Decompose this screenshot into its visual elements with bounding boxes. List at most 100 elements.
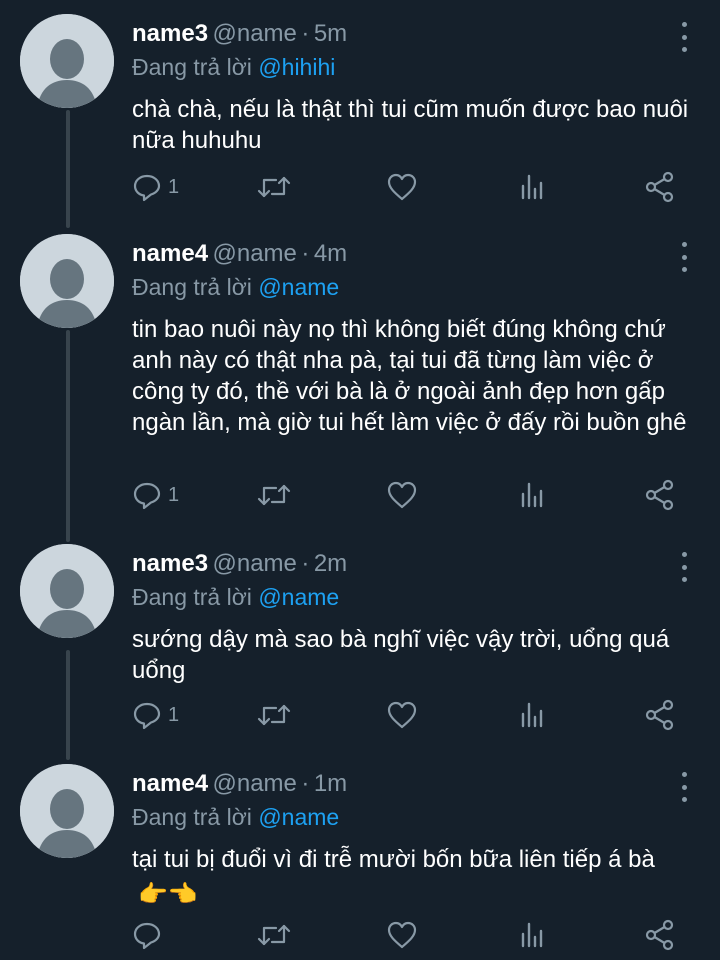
- reply-button[interactable]: 1: [132, 698, 179, 732]
- replying-label: Đang trả lời: [132, 274, 252, 300]
- like-icon: [387, 701, 417, 729]
- tweet-header: name4 @name · 1m: [132, 770, 347, 800]
- like-icon: [387, 173, 417, 201]
- analytics-button[interactable]: [518, 170, 548, 204]
- avatar[interactable]: [20, 764, 114, 858]
- user-handle[interactable]: @name: [213, 550, 297, 577]
- more-icon[interactable]: [674, 772, 694, 802]
- tweet-actions: 1: [132, 698, 692, 732]
- tweet[interactable]: name4 @name · 4m Đang trả lời @name tin …: [0, 234, 720, 524]
- retweet-button[interactable]: [256, 698, 292, 732]
- tweet[interactable]: name3 @name · 2m Đang trả lời @name sướn…: [0, 544, 720, 744]
- replying-to: Đang trả lời @name: [132, 584, 339, 611]
- like-icon: [387, 921, 417, 949]
- retweet-icon: [257, 704, 291, 726]
- mention-link[interactable]: @hihihi: [258, 54, 335, 80]
- share-button[interactable]: [644, 918, 676, 952]
- retweet-icon: [257, 484, 291, 506]
- reply-button[interactable]: 1: [132, 478, 179, 512]
- user-handle[interactable]: @name: [213, 240, 297, 267]
- meta-separator: ·: [301, 770, 310, 797]
- analytics-button[interactable]: [518, 698, 548, 732]
- analytics-icon: [521, 174, 543, 200]
- tweet-text: sướng dậy mà sao bà nghĩ việc vậy trời, …: [132, 626, 670, 684]
- meta-separator: ·: [301, 240, 310, 267]
- avatar-placeholder: [20, 544, 114, 638]
- share-icon: [645, 919, 674, 951]
- like-icon: [387, 481, 417, 509]
- like-button[interactable]: [386, 698, 418, 732]
- tweet-text-container: tại tui bị đuổi vì đi trễ mười bốn bữa l…: [132, 844, 692, 910]
- share-button[interactable]: [644, 170, 676, 204]
- retweet-button[interactable]: [256, 170, 292, 204]
- tweet-text: tại tui bị đuổi vì đi trễ mười bốn bữa l…: [132, 846, 655, 873]
- share-button[interactable]: [644, 698, 676, 732]
- display-name[interactable]: name4: [132, 770, 208, 797]
- tweet-actions: 1: [132, 170, 692, 204]
- reply-count: 1: [168, 483, 180, 506]
- display-name[interactable]: name3: [132, 20, 208, 47]
- avatar[interactable]: [20, 544, 114, 638]
- retweet-button[interactable]: [256, 478, 292, 512]
- like-button[interactable]: [386, 170, 418, 204]
- analytics-icon: [521, 702, 543, 728]
- like-button[interactable]: [386, 918, 418, 952]
- avatar[interactable]: [20, 14, 114, 108]
- tweet-header: name3 @name · 5m: [132, 20, 347, 50]
- more-icon[interactable]: [674, 552, 694, 582]
- reply-button[interactable]: [132, 918, 162, 952]
- pointing-hands-emoji: 👉👈: [138, 881, 198, 908]
- user-handle[interactable]: @name: [213, 20, 297, 47]
- like-button[interactable]: [386, 478, 418, 512]
- retweet-icon: [257, 924, 291, 946]
- share-icon: [645, 171, 674, 203]
- replying-to: Đang trả lời @name: [132, 274, 339, 301]
- share-button[interactable]: [644, 478, 676, 512]
- avatar-placeholder: [20, 764, 114, 858]
- tweet-actions: 1: [132, 478, 692, 512]
- tweet-time[interactable]: 2m: [314, 550, 347, 577]
- tweet-time[interactable]: 4m: [314, 240, 347, 267]
- replying-to: Đang trả lời @hihihi: [132, 54, 335, 81]
- meta-separator: ·: [301, 550, 310, 577]
- replying-label: Đang trả lời: [132, 584, 252, 610]
- avatar-placeholder: [20, 234, 114, 328]
- reply-icon: [133, 922, 161, 950]
- reply-icon: [133, 702, 161, 730]
- avatar[interactable]: [20, 234, 114, 328]
- tweet-time[interactable]: 1m: [314, 770, 347, 797]
- tweet[interactable]: name4 @name · 1m Đang trả lời @name tại …: [0, 764, 720, 960]
- analytics-button[interactable]: [518, 918, 548, 952]
- retweet-button[interactable]: [256, 918, 292, 952]
- more-icon[interactable]: [674, 22, 694, 52]
- share-icon: [645, 479, 674, 511]
- tweet-header: name3 @name · 2m: [132, 550, 347, 580]
- tweet-text: tin bao nuôi này nọ thì không biết đúng …: [132, 316, 687, 436]
- tweet-header: name4 @name · 4m: [132, 240, 347, 270]
- analytics-icon: [521, 482, 543, 508]
- reply-icon: [133, 482, 161, 510]
- more-icon[interactable]: [674, 242, 694, 272]
- user-handle[interactable]: @name: [213, 770, 297, 797]
- avatar-placeholder: [20, 14, 114, 108]
- reply-icon: [133, 174, 161, 202]
- mention-link[interactable]: @name: [258, 274, 339, 300]
- mention-link[interactable]: @name: [258, 804, 339, 830]
- replying-to: Đang trả lời @name: [132, 804, 339, 831]
- tweet-actions: [132, 918, 692, 952]
- replying-label: Đang trả lời: [132, 804, 252, 830]
- share-icon: [645, 699, 674, 731]
- reply-count: 1: [168, 175, 180, 198]
- display-name[interactable]: name4: [132, 240, 208, 267]
- reply-count: 1: [168, 703, 180, 726]
- mention-link[interactable]: @name: [258, 584, 339, 610]
- analytics-icon: [521, 922, 543, 948]
- tweet[interactable]: name3 @name · 5m Đang trả lời @hihihi ch…: [0, 14, 720, 214]
- tweet-text: chà chà, nếu là thật thì tui cũm muốn đư…: [132, 96, 689, 154]
- reply-button[interactable]: 1: [132, 170, 179, 204]
- display-name[interactable]: name3: [132, 550, 208, 577]
- tweet-time[interactable]: 5m: [314, 20, 347, 47]
- replying-label: Đang trả lời: [132, 54, 252, 80]
- analytics-button[interactable]: [518, 478, 548, 512]
- meta-separator: ·: [301, 20, 310, 47]
